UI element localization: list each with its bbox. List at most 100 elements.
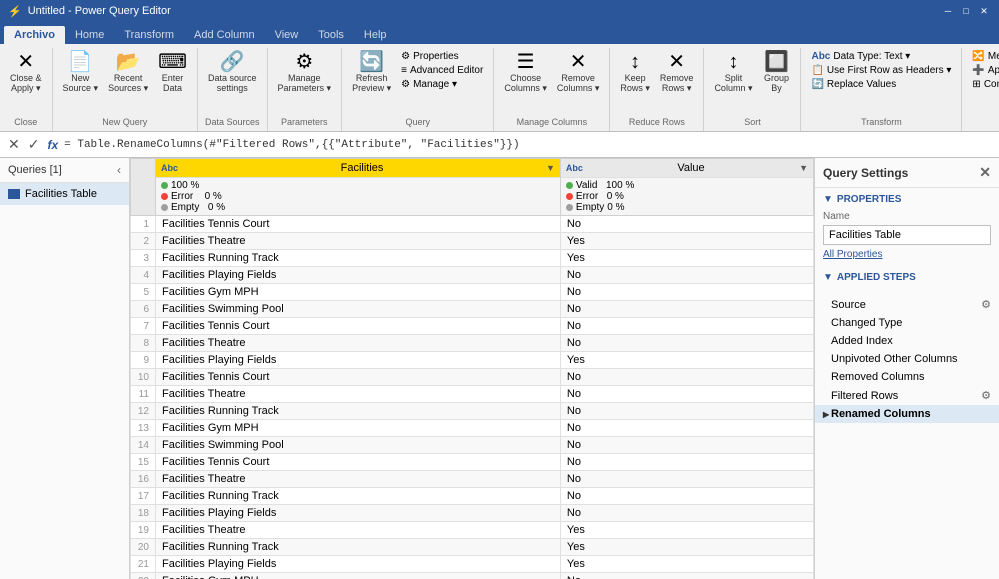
new-source-label: NewSource ▾ (63, 73, 99, 94)
app-title: Untitled - Power Query Editor (28, 5, 171, 17)
split-column-button[interactable]: ↕ SplitColumn ▾ (710, 50, 756, 96)
col-facilities-name: Facilities (181, 162, 543, 174)
row-number: 1 (131, 216, 156, 233)
row-number: 5 (131, 284, 156, 301)
table-row: 17 Facilities Running Track No (131, 488, 814, 505)
query-item-facilities-table[interactable]: Facilities Table (0, 183, 129, 205)
all-properties-link[interactable]: All Properties (823, 249, 991, 260)
tab-transform[interactable]: Transform (114, 26, 184, 44)
applied-step-item[interactable]: Added Index (815, 332, 999, 350)
refresh-preview-button[interactable]: 🔄 RefreshPreview ▾ (348, 50, 395, 96)
row-number: 10 (131, 369, 156, 386)
close-button[interactable]: ✕ (977, 4, 991, 18)
remove-rows-button[interactable]: ✕ RemoveRows ▾ (656, 50, 698, 96)
main-area: Queries [1] ‹ Facilities Table Abc Facil… (0, 158, 999, 579)
step-gear-icon[interactable]: ⚙ (981, 389, 991, 402)
properties-button[interactable]: ⚙ Properties (397, 50, 487, 63)
row-col2: No (560, 454, 813, 471)
close-apply-button[interactable]: ✕ Close &Apply ▾ (6, 50, 46, 96)
settings-title: Query Settings (823, 166, 908, 180)
row-number: 8 (131, 335, 156, 352)
col-value-header[interactable]: Abc Value ▼ Valid 100 % Error 0 % Empty0… (560, 159, 813, 216)
row-col2: No (560, 420, 813, 437)
new-source-button[interactable]: 📄 NewSource ▾ (59, 50, 103, 96)
keep-rows-button[interactable]: ↕ KeepRows ▾ (616, 50, 654, 96)
formula-input[interactable] (64, 139, 993, 151)
facilities-valid-dot (161, 182, 168, 189)
properties-label: Properties (413, 51, 459, 62)
applied-step-item[interactable]: Unpivoted Other Columns (815, 350, 999, 368)
row-col2: No (560, 284, 813, 301)
row-col1: Facilities Theatre (156, 386, 561, 403)
group-by-button[interactable]: 🔲 GroupBy (758, 50, 794, 95)
data-area: Abc Facilities ▼ 100 % Error 0 % Empty 0… (130, 158, 814, 579)
col-facilities-filter-icon[interactable]: ▼ (546, 163, 555, 173)
data-type-button[interactable]: Abc Data Type: Text ▾ (807, 50, 955, 63)
tab-add-column[interactable]: Add Column (184, 26, 265, 44)
row-number: 19 (131, 522, 156, 539)
value-empty-val: 0 % (607, 202, 624, 213)
table-row: 13 Facilities Gym MPH No (131, 420, 814, 437)
applied-step-item[interactable]: Renamed Columns (815, 405, 999, 423)
row-number: 4 (131, 267, 156, 284)
data-grid: Abc Facilities ▼ 100 % Error 0 % Empty 0… (130, 158, 814, 579)
enter-data-button[interactable]: ⌨ EnterData (154, 50, 191, 95)
merge-queries-button[interactable]: 🔀 Merge Queries ▾ (968, 50, 999, 63)
step-name: Changed Type (831, 317, 902, 329)
table-row: 4 Facilities Playing Fields No (131, 267, 814, 284)
applied-step-item[interactable]: Source ⚙ (815, 295, 999, 314)
split-column-label: SplitColumn ▾ (714, 73, 752, 94)
applied-step-item[interactable]: Changed Type (815, 314, 999, 332)
row-col1: Facilities Tennis Court (156, 318, 561, 335)
step-name: Renamed Columns (831, 408, 931, 420)
maximize-button[interactable]: □ (959, 4, 973, 18)
step-gear-icon[interactable]: ⚙ (981, 298, 991, 311)
row-col2: Yes (560, 556, 813, 573)
replace-values-button[interactable]: 🔄 Replace Values (807, 78, 955, 91)
formula-confirm-button[interactable]: ✓ (26, 134, 42, 155)
formula-cancel-button[interactable]: ✕ (6, 134, 22, 155)
col-facilities-header[interactable]: Abc Facilities ▼ 100 % Error 0 % Empty 0… (156, 159, 561, 216)
row-col1: Facilities Running Track (156, 250, 561, 267)
col-facilities-type-icon: Abc (161, 163, 178, 173)
remove-columns-button[interactable]: ✕ RemoveColumns ▾ (553, 50, 604, 96)
ribbon-group-reduce-rows: ↕ KeepRows ▾ ✕ RemoveRows ▾ Reduce Rows (610, 48, 704, 131)
tab-home[interactable]: Home (65, 26, 114, 44)
properties-chevron-icon: ▼ (823, 194, 833, 205)
combine-files-button[interactable]: ⊞ Combine Files ▾ (968, 78, 999, 91)
group-by-icon: 🔲 (764, 52, 789, 72)
queries-collapse-button[interactable]: ‹ (117, 163, 121, 177)
reduce-rows-group-label: Reduce Rows (616, 117, 697, 129)
name-input[interactable] (823, 225, 991, 245)
data-grid-container[interactable]: Abc Facilities ▼ 100 % Error 0 % Empty 0… (130, 158, 814, 579)
close-apply-label: Close &Apply ▾ (10, 73, 42, 94)
query-item-icon (8, 189, 20, 199)
row-number: 13 (131, 420, 156, 437)
settings-close-button[interactable]: ✕ (979, 164, 991, 181)
row-col1: Facilities Swimming Pool (156, 301, 561, 318)
properties-section-label: PROPERTIES (837, 194, 901, 205)
advanced-editor-button[interactable]: ≡ Advanced Editor (397, 64, 487, 77)
recent-sources-button[interactable]: 📂 RecentSources ▾ (104, 50, 152, 96)
tab-archivo[interactable]: Archivo (4, 26, 65, 44)
ribbon-group-data-sources: 🔗 Data sourcesettings Data Sources (198, 48, 268, 131)
table-row: 11 Facilities Theatre No (131, 386, 814, 403)
applied-step-item[interactable]: Removed Columns (815, 368, 999, 386)
manage-parameters-button[interactable]: ⚙ ManageParameters ▾ (274, 50, 336, 96)
queries-title: Queries [1] (8, 164, 62, 176)
applied-step-item[interactable]: Filtered Rows ⚙ (815, 386, 999, 405)
tab-help[interactable]: Help (354, 26, 397, 44)
data-source-settings-button[interactable]: 🔗 Data sourcesettings (204, 50, 261, 95)
manage-button[interactable]: ⚙ Manage ▾ (397, 78, 487, 91)
choose-columns-button[interactable]: ☰ ChooseColumns ▾ (500, 50, 551, 96)
tab-view[interactable]: View (265, 26, 309, 44)
query-small-buttons: ⚙ Properties ≡ Advanced Editor ⚙ Manage … (397, 50, 487, 91)
col-value-filter-icon[interactable]: ▼ (799, 163, 808, 173)
row-col2: Yes (560, 233, 813, 250)
use-first-row-button[interactable]: 📋 Use First Row as Headers ▾ (807, 64, 955, 77)
append-queries-button[interactable]: ➕ Append Queries ▾ (968, 64, 999, 77)
minimize-button[interactable]: ─ (941, 4, 955, 18)
step-name: Removed Columns (831, 371, 925, 383)
tab-tools[interactable]: Tools (308, 26, 354, 44)
row-col2: No (560, 437, 813, 454)
